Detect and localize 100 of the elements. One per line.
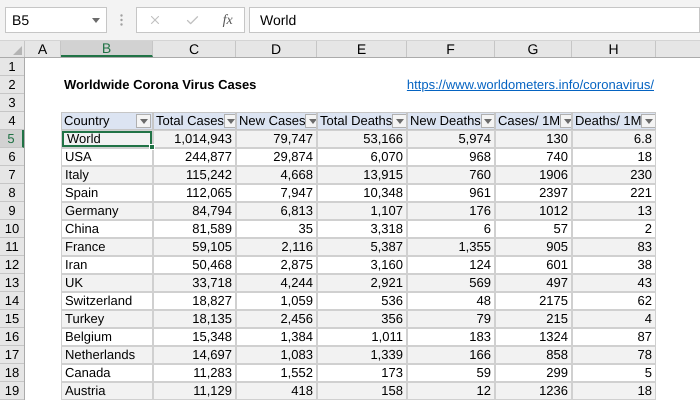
- row-header[interactable]: 8: [0, 184, 24, 202]
- source-link[interactable]: https://www.worldometers.info/coronavirus/: [406, 75, 654, 95]
- column-header[interactable]: F: [407, 41, 495, 57]
- row-header[interactable]: 1: [0, 58, 24, 76]
- table-cell-text: 57: [552, 221, 569, 237]
- table-cell-text: 59: [476, 365, 492, 381]
- insert-function-button[interactable]: fx: [222, 10, 233, 30]
- formula-input[interactable]: World: [249, 7, 700, 33]
- table-cell-text: 1,059: [279, 293, 314, 309]
- column-header[interactable]: G: [495, 41, 572, 57]
- table-cell-text: 5,974: [457, 131, 492, 147]
- table-cell-text: 5,387: [369, 239, 404, 255]
- table-cell-text: 29,874: [272, 149, 314, 165]
- table-cell-text: 12: [476, 383, 492, 399]
- column-header[interactable]: C: [153, 41, 236, 57]
- column-header[interactable]: D: [236, 41, 317, 57]
- column-header[interactable]: B: [61, 41, 153, 57]
- table-cell-text: 83: [636, 239, 653, 255]
- table-cell-text: Canada: [64, 365, 112, 381]
- drag-handle-icon[interactable]: [120, 14, 123, 26]
- row-header[interactable]: 12: [0, 256, 24, 274]
- row-header[interactable]: 10: [0, 220, 24, 238]
- table-cell-text: Italy: [64, 167, 90, 183]
- filter-button[interactable]: [305, 114, 316, 128]
- table-cell-text: 33,718: [191, 275, 233, 291]
- row-header[interactable]: 15: [0, 310, 24, 328]
- filter-button[interactable]: [560, 114, 571, 128]
- row-header[interactable]: 14: [0, 292, 24, 310]
- row-header[interactable]: 16: [0, 328, 24, 346]
- table-cell-text: 79: [476, 311, 492, 327]
- table-cell-text: 1,339: [369, 347, 404, 363]
- row-header[interactable]: 13: [0, 274, 24, 292]
- table-cell-text: 2,921: [369, 275, 404, 291]
- table-cell-text: 13,915: [362, 167, 404, 183]
- fill-handle[interactable]: [149, 144, 155, 150]
- filter-button[interactable]: [392, 114, 406, 128]
- table-cell-text: 6,070: [369, 149, 404, 165]
- table-cell-text: 79,747: [272, 131, 314, 147]
- row-header[interactable]: 18: [0, 364, 24, 382]
- table-cell-text: 2,456: [279, 311, 314, 327]
- caret-icon: [396, 118, 404, 124]
- table-cell-text: 11,129: [192, 383, 233, 399]
- table-cell-text: 183: [468, 329, 492, 345]
- table-cell-text: 62: [636, 293, 653, 309]
- table-cell-text: 158: [380, 383, 404, 399]
- table-cell-text: 48: [476, 293, 492, 309]
- table-cell-text: Spain: [64, 185, 100, 201]
- table-cell-text: 1,384: [279, 329, 314, 345]
- filter-button[interactable]: [480, 114, 494, 128]
- table-cell-text: 130: [545, 131, 569, 147]
- caret-icon: [484, 118, 492, 124]
- row-header[interactable]: 2: [0, 76, 24, 94]
- table-cell-text: 536: [380, 293, 404, 309]
- table-cell-text: Austria: [64, 383, 106, 399]
- table-cell-text: 2,875: [279, 257, 314, 273]
- row-header[interactable]: 6: [0, 148, 24, 166]
- table-cell-text: 84,794: [191, 203, 233, 219]
- table-cell-text: 173: [380, 365, 404, 381]
- table-cell-text: USA: [64, 149, 93, 165]
- table-cell-text: Belgium: [64, 329, 113, 345]
- name-box[interactable]: B5: [5, 7, 107, 33]
- table-cell-text: 1324: [538, 329, 569, 345]
- table-cell-text: 215: [545, 311, 569, 327]
- row-header[interactable]: 11: [0, 238, 24, 256]
- table-cell-text: 1012: [538, 203, 569, 219]
- table-cell-text: 2397: [538, 185, 569, 201]
- row-header[interactable]: 3: [0, 94, 24, 112]
- row-header[interactable]: 7: [0, 166, 24, 184]
- caret-icon: [308, 118, 316, 124]
- column-header[interactable]: E: [317, 41, 407, 57]
- corner-triangle-icon: [13, 46, 22, 55]
- table-cell-text: 3,318: [369, 221, 404, 237]
- row-header[interactable]: 19: [0, 382, 24, 400]
- sheet-title: Worldwide Corona Virus Cases: [64, 76, 256, 94]
- caret-icon: [92, 18, 100, 22]
- filter-button[interactable]: [136, 114, 151, 128]
- column-heading: Cases/ 1M: [498, 113, 560, 129]
- table-cell-text: 6.8: [632, 131, 653, 147]
- table-cell-text: 4,244: [279, 275, 314, 291]
- table-cell-text: 244,877: [184, 149, 233, 165]
- row-header[interactable]: 5: [0, 130, 24, 148]
- table-cell-text: 53,166: [362, 131, 404, 147]
- row-header[interactable]: 9: [0, 202, 24, 220]
- table-cell-text: 1,014,943: [173, 131, 233, 147]
- caret-icon: [564, 118, 571, 124]
- table-cell-text: 112,065: [184, 185, 233, 201]
- row-header[interactable]: 17: [0, 346, 24, 364]
- table-cell-text: 2,116: [280, 239, 314, 255]
- filter-button[interactable]: [224, 114, 235, 128]
- table-cell-text: 3,160: [369, 257, 404, 273]
- table-cell-text: 6: [482, 221, 492, 237]
- table-cell-text: 4,668: [279, 167, 314, 183]
- filter-button[interactable]: [641, 114, 655, 128]
- table-cell-text: 18: [636, 383, 653, 399]
- table-cell-text: 968: [468, 149, 492, 165]
- column-header[interactable]: H: [572, 41, 656, 57]
- table-cell-text: 497: [545, 275, 569, 291]
- table-cell-text: 1,107: [369, 203, 404, 219]
- table-cell-text: 569: [468, 275, 492, 291]
- table-cell-text: 59,105: [191, 239, 233, 255]
